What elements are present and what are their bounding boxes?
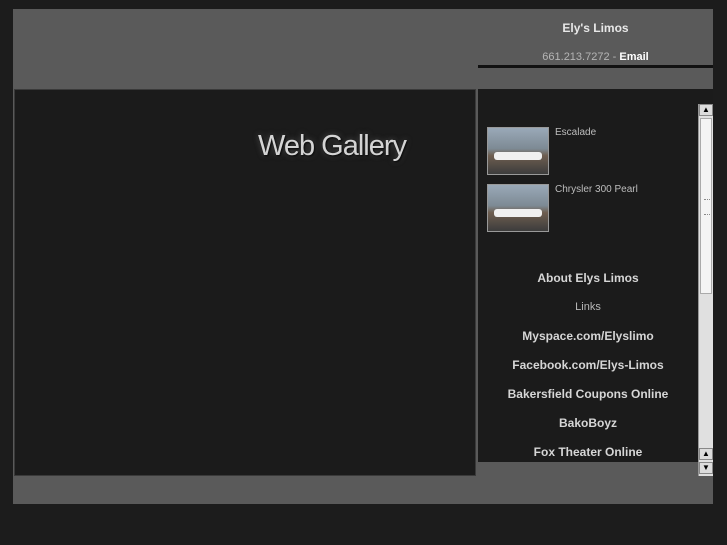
scrollbar-thumb[interactable] [700,118,712,294]
sidebar-scrollbar[interactable]: ▲ ▲ ▼ [698,104,713,476]
link-facebook[interactable]: Facebook.com/Elys-Limos [478,358,698,387]
link-fox-theater[interactable]: Fox Theater Online [478,445,698,462]
contact-line: 661.213.7272 - Email [478,51,713,63]
gallery-title: Web Gallery [258,130,407,162]
scroll-up-icon-lower[interactable]: ▲ [699,448,713,460]
gallery-item-escalade[interactable]: Escalade [487,127,687,177]
grip-icon [704,199,710,215]
scroll-down-icon[interactable]: ▼ [699,462,713,474]
link-about[interactable]: About Elys Limos [478,271,698,300]
gallery-item-label[interactable]: Chrysler 300 Pearl [555,184,638,195]
sidebar-footer [478,462,713,476]
sidebar-links: About Elys Limos Links Myspace.com/Elysl… [478,271,698,462]
gallery-item-label[interactable]: Escalade [555,127,596,138]
sidebar-panel[interactable]: Escalade Chrysler 300 Pearl About Elys L… [478,89,713,462]
limo-image [494,209,542,217]
header-divider [478,65,713,68]
gallery-item-chrysler[interactable]: Chrysler 300 Pearl [487,184,687,234]
site-title: Ely's Limos [562,21,629,35]
link-coupons[interactable]: Bakersfield Coupons Online [478,387,698,416]
phone-number: 661.213.7272 [542,51,610,63]
limo-image [494,152,542,160]
main-content-panel: Web Gallery [14,89,476,476]
email-link[interactable]: Email [619,51,648,63]
scroll-up-icon[interactable]: ▲ [699,104,713,116]
header: Ely's Limos 661.213.7272 - Email [478,9,713,67]
link-bakoboyz[interactable]: BakoBoyz [478,416,698,445]
escalade-thumbnail[interactable] [487,127,549,175]
page-frame: Ely's Limos 661.213.7272 - Email Web Gal… [13,9,713,504]
contact-separator: - [609,51,620,63]
link-myspace[interactable]: Myspace.com/Elyslimo [478,329,698,358]
link-links[interactable]: Links [478,300,698,329]
chrysler-thumbnail[interactable] [487,184,549,232]
